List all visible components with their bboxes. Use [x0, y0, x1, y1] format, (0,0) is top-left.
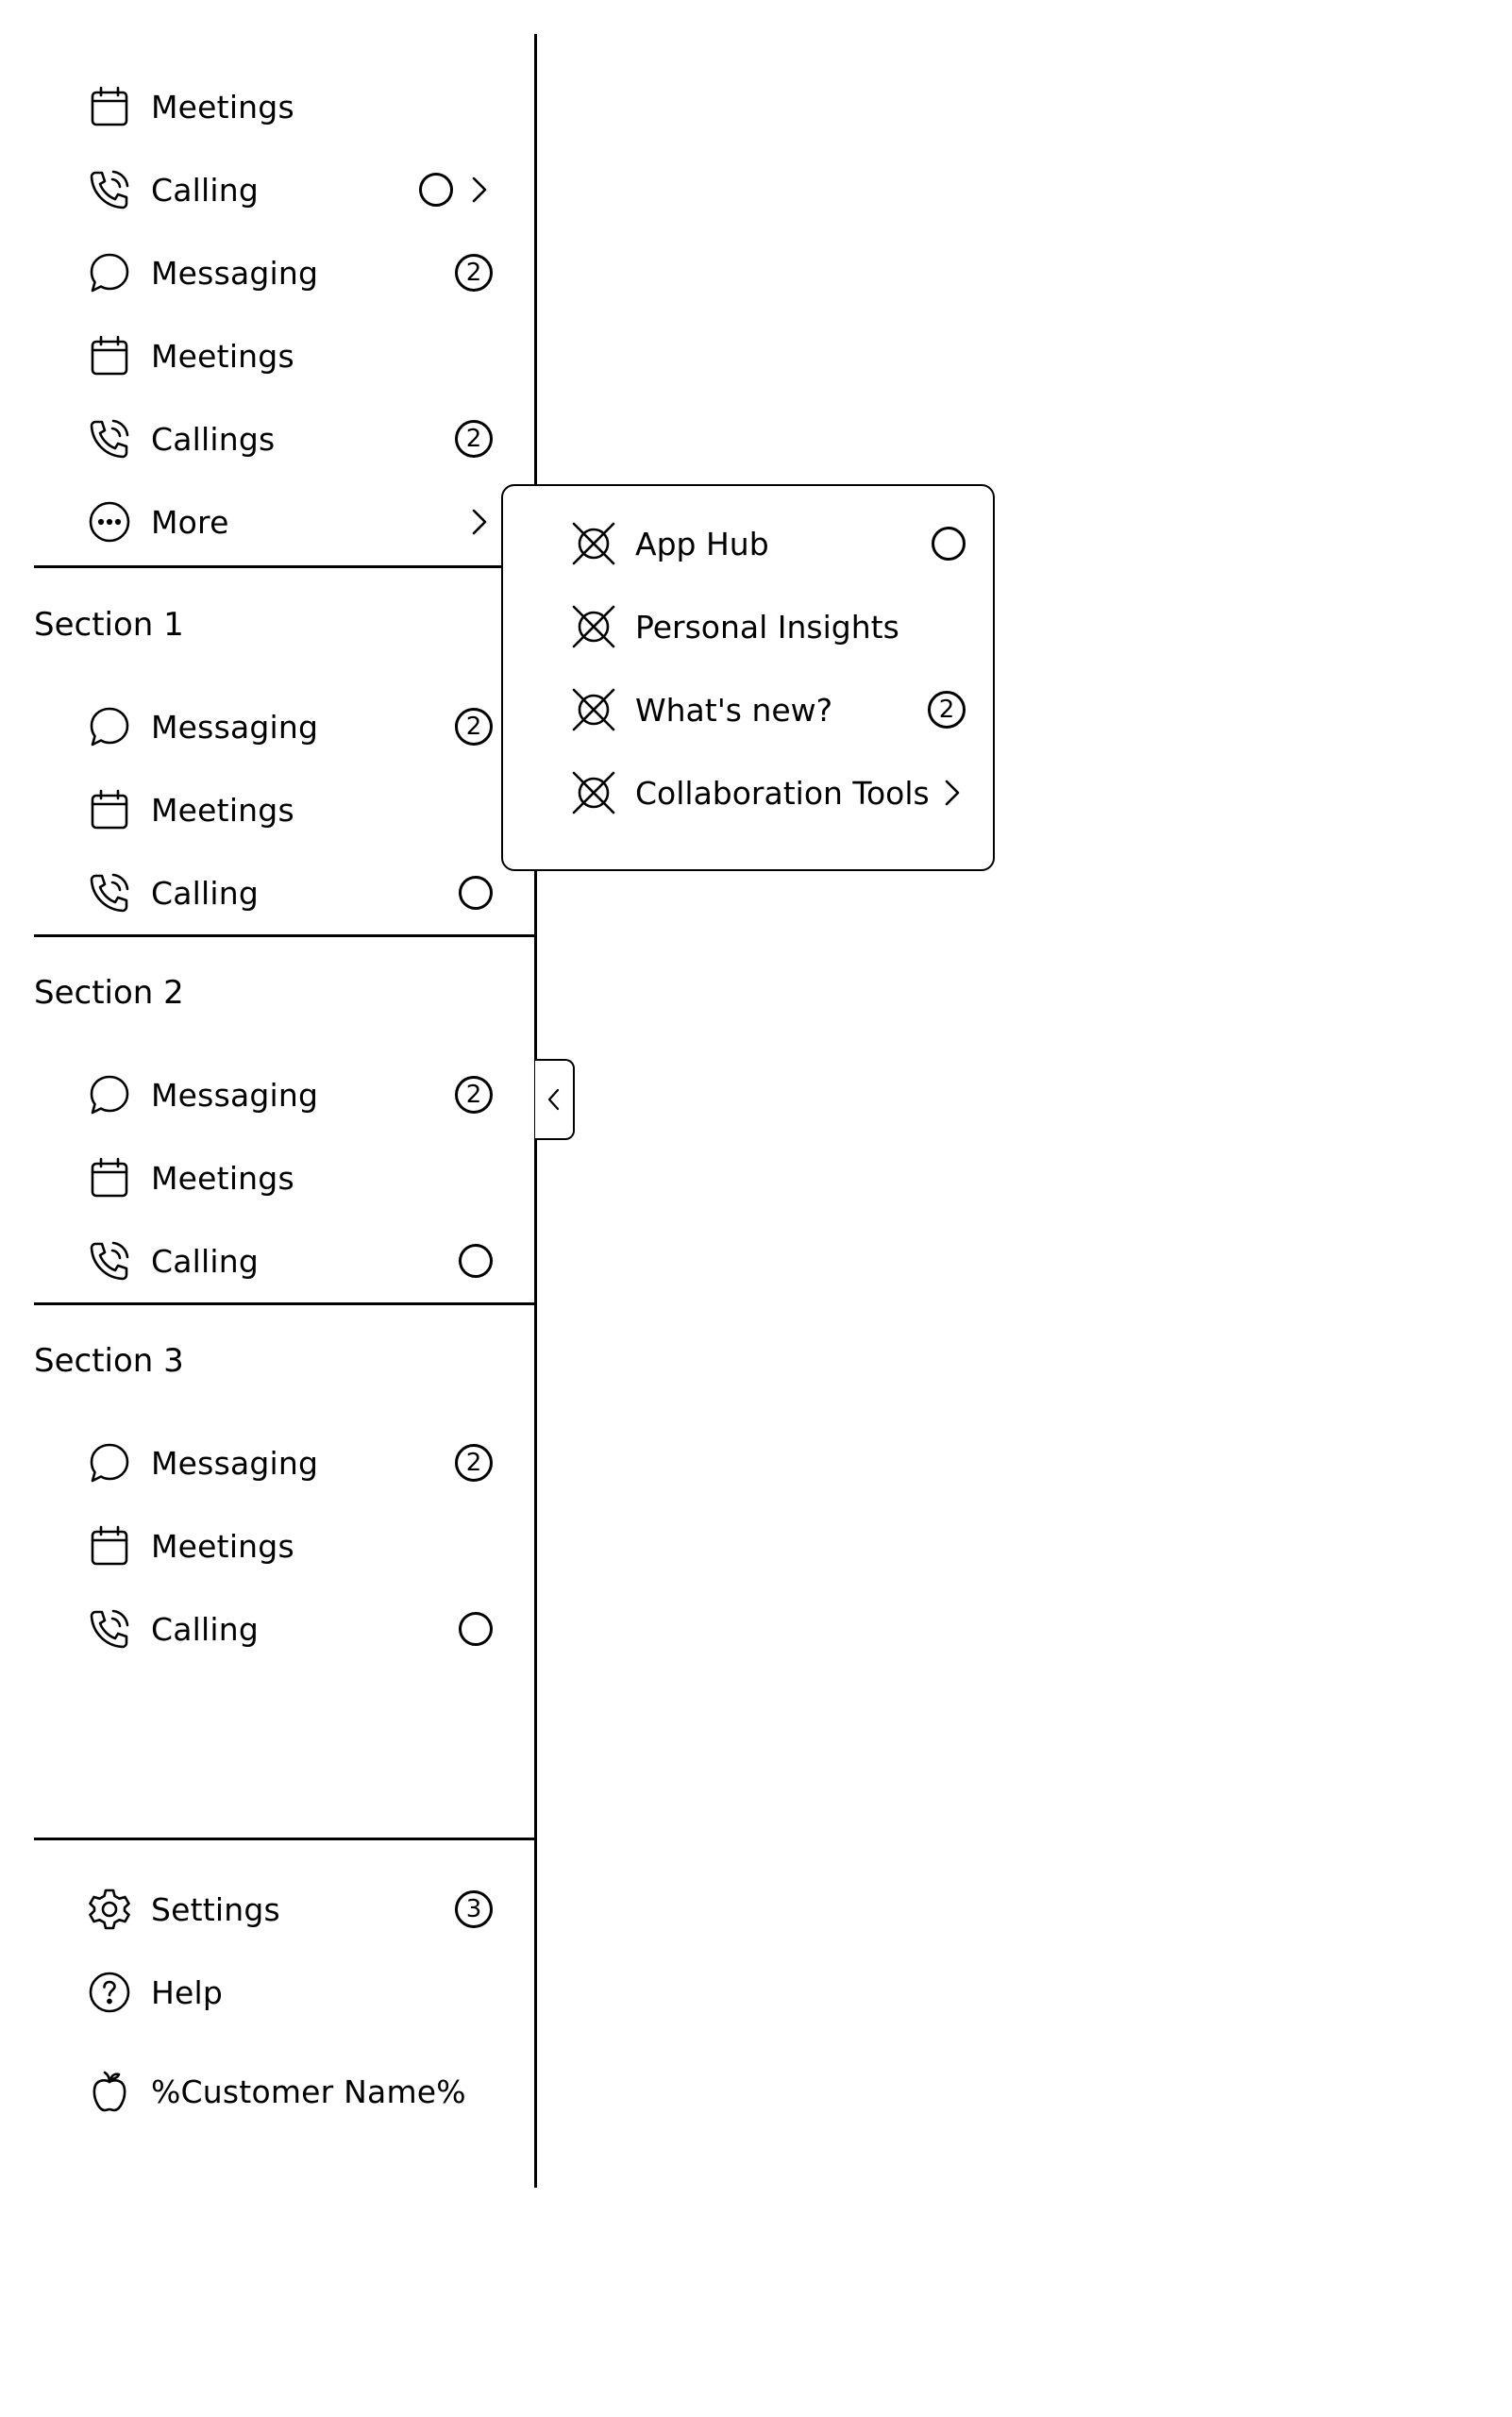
- nav-item-label: Calling: [151, 1610, 260, 1648]
- nav-item-label: Meetings: [151, 791, 294, 829]
- count-badge: 2: [455, 254, 493, 292]
- nav-item-label: Messaging: [151, 708, 319, 746]
- chevron-right-icon[interactable]: [466, 503, 493, 541]
- customer-account[interactable]: %Customer Name%: [87, 2050, 493, 2133]
- divider: [34, 1838, 534, 1840]
- flyout-item-personal-insights[interactable]: Personal Insights: [571, 585, 966, 668]
- section-title: Section 3: [34, 1342, 184, 1380]
- nav-item-help[interactable]: Help: [87, 1951, 493, 2034]
- nav-item-label: Calling: [151, 874, 260, 912]
- count-badge: 2: [455, 1444, 493, 1482]
- more-icon: [87, 499, 132, 545]
- section-title: Section 2: [34, 974, 184, 1012]
- count-badge: 2: [455, 420, 493, 458]
- chat-icon: [87, 704, 132, 749]
- status-indicator: [459, 876, 493, 910]
- nav-item-messaging[interactable]: Messaging 2: [87, 1421, 493, 1504]
- status-indicator: [932, 527, 966, 561]
- nav-item-label: Calling: [151, 1242, 260, 1280]
- nav-item-meetings[interactable]: Meetings: [87, 314, 493, 397]
- nav-item-messaging[interactable]: Messaging 2: [87, 1053, 493, 1136]
- help-icon: [87, 1970, 132, 2015]
- nav-item-label: Callings: [151, 420, 276, 458]
- nav-item-label: Meetings: [151, 88, 294, 126]
- count-badge: 3: [455, 1890, 493, 1928]
- nav-item-meetings[interactable]: Meetings: [87, 768, 493, 851]
- chevron-left-icon: [547, 1088, 560, 1111]
- placeholder-icon: [571, 687, 616, 732]
- nav-item-label: Help: [151, 1973, 224, 2011]
- flyout-item-whats-new[interactable]: What's new? 2: [571, 668, 966, 751]
- divider: [34, 934, 534, 937]
- chevron-right-icon[interactable]: [466, 171, 493, 209]
- flyout-item-label: Collaboration Tools: [635, 774, 930, 812]
- status-indicator: [459, 1612, 493, 1646]
- chat-icon: [87, 1440, 132, 1485]
- nav-item-label: Messaging: [151, 1076, 319, 1114]
- nav-item-calling[interactable]: Calling: [87, 148, 493, 231]
- placeholder-icon: [571, 770, 616, 815]
- nav-item-meetings[interactable]: Meetings: [87, 65, 493, 148]
- more-flyout-menu: App Hub Personal Insights What's new? 2: [501, 484, 995, 871]
- flyout-item-app-hub[interactable]: App Hub: [571, 502, 966, 585]
- nav-item-label: Meetings: [151, 337, 294, 375]
- section-title: Section 1: [34, 606, 184, 644]
- nav-item-label: Messaging: [151, 1444, 319, 1482]
- placeholder-icon: [571, 604, 616, 649]
- nav-item-calling[interactable]: Calling: [87, 1587, 493, 1670]
- nav-item-label: More: [151, 503, 229, 541]
- calendar-icon: [87, 787, 132, 832]
- flyout-item-collaboration-tools[interactable]: Collaboration Tools: [571, 751, 966, 834]
- phone-icon: [87, 870, 132, 915]
- nav-item-label: Meetings: [151, 1159, 294, 1197]
- calendar-icon: [87, 84, 132, 129]
- calendar-icon: [87, 1523, 132, 1569]
- flyout-item-label: What's new?: [635, 691, 833, 729]
- count-badge: 2: [928, 691, 966, 729]
- apple-logo-icon: [87, 2069, 132, 2114]
- nav-item-more[interactable]: More: [87, 480, 493, 563]
- nav-item-callings[interactable]: Callings 2: [87, 397, 493, 480]
- status-indicator: [459, 1244, 493, 1278]
- flyout-item-label: Personal Insights: [635, 608, 899, 646]
- collapse-sidebar-button[interactable]: [535, 1059, 575, 1140]
- divider: [34, 565, 502, 568]
- nav-item-meetings[interactable]: Meetings: [87, 1136, 493, 1219]
- nav-item-messaging[interactable]: Messaging 2: [87, 685, 493, 768]
- phone-icon: [87, 1606, 132, 1652]
- chat-icon: [87, 1072, 132, 1117]
- nav-item-calling[interactable]: Calling: [87, 851, 493, 934]
- count-badge: 2: [455, 1076, 493, 1114]
- chat-icon: [87, 250, 132, 295]
- calendar-icon: [87, 333, 132, 378]
- calendar-icon: [87, 1155, 132, 1200]
- nav-item-label: Settings: [151, 1890, 280, 1928]
- nav-item-label: Messaging: [151, 254, 319, 292]
- nav-item-messaging[interactable]: Messaging 2: [87, 231, 493, 314]
- sidebar: Meetings Calling Messaging 2 Meetings Ca…: [0, 34, 537, 2188]
- nav-item-calling[interactable]: Calling: [87, 1219, 493, 1302]
- placeholder-icon: [571, 521, 616, 566]
- gear-icon: [87, 1887, 132, 1932]
- nav-item-settings[interactable]: Settings 3: [87, 1868, 493, 1951]
- divider: [34, 1302, 534, 1305]
- nav-item-label: Calling: [151, 171, 260, 209]
- flyout-item-label: App Hub: [635, 525, 769, 562]
- nav-item-meetings[interactable]: Meetings: [87, 1504, 493, 1587]
- status-indicator: [419, 173, 453, 207]
- phone-icon: [87, 167, 132, 212]
- count-badge: 2: [455, 708, 493, 746]
- phone-icon: [87, 1238, 132, 1284]
- chevron-right-icon[interactable]: [939, 774, 966, 812]
- phone-icon: [87, 416, 132, 462]
- nav-item-label: Meetings: [151, 1527, 294, 1565]
- customer-name: %Customer Name%: [151, 2073, 466, 2110]
